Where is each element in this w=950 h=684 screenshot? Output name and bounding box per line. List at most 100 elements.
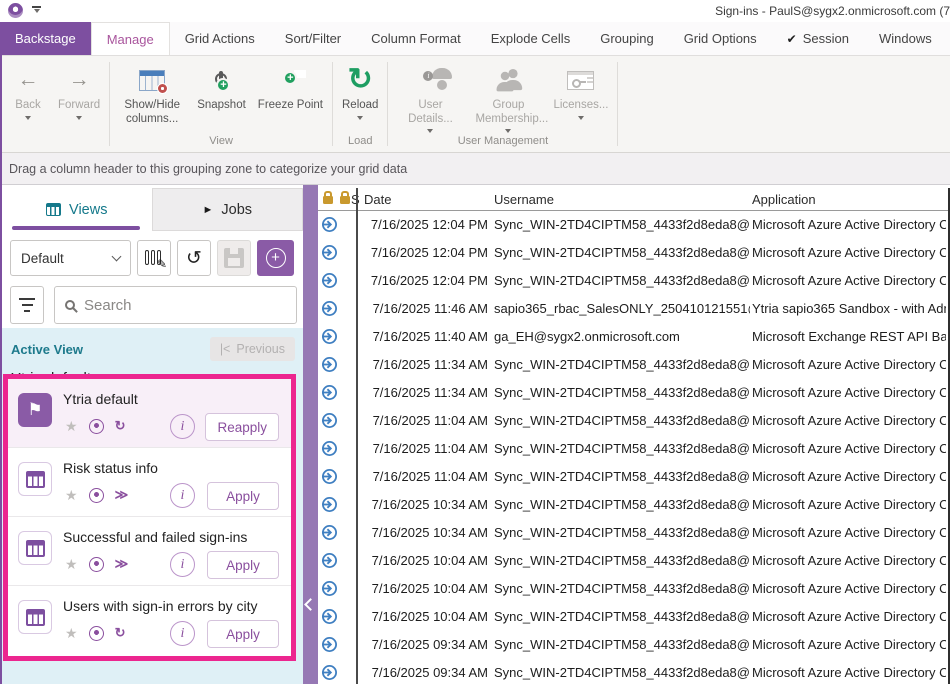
grouping-zone[interactable]: Drag a column header to this grouping zo… xyxy=(0,153,950,185)
table-row[interactable]: 7/16/2025 10:34 AM Sync_WIN-2TD4CIPTM58_… xyxy=(318,491,948,519)
table-row[interactable]: 7/16/2025 11:34 AM Sync_WIN-2TD4CIPTM58_… xyxy=(318,351,948,379)
table-row[interactable]: 7/16/2025 10:04 AM Sync_WIN-2TD4CIPTM58_… xyxy=(318,603,948,631)
favorite-star-icon[interactable]: ★ xyxy=(65,418,78,435)
cell-date[interactable]: 7/16/2025 10:34 AM xyxy=(358,497,488,512)
back-dropdown-icon[interactable] xyxy=(25,116,31,120)
cell-date[interactable]: 7/16/2025 11:34 AM xyxy=(358,385,488,400)
cell-username[interactable]: Sync_WIN-2TD4CIPTM58_4433f2d8eda8@syg xyxy=(494,525,750,540)
panel-splitter[interactable] xyxy=(303,185,318,684)
cell-application[interactable]: Microsoft Azure Active Directory Co xyxy=(752,469,946,484)
table-row[interactable]: 7/16/2025 11:04 AM Sync_WIN-2TD4CIPTM58_… xyxy=(318,435,948,463)
ribbon-tab[interactable]: ✔ Manage xyxy=(91,22,170,55)
cell-username[interactable]: Sync_WIN-2TD4CIPTM58_4433f2d8eda8@syg xyxy=(494,553,750,568)
info-button[interactable]: i xyxy=(170,483,195,508)
search-input[interactable] xyxy=(84,297,286,314)
table-row[interactable]: 7/16/2025 11:04 AM Sync_WIN-2TD4CIPTM58_… xyxy=(318,463,948,491)
edit-columns-button[interactable]: ✎ xyxy=(137,240,171,276)
cell-application[interactable]: Microsoft Azure Active Directory Co xyxy=(752,413,946,428)
cell-username[interactable]: ga_EH@sygx2.onmicrosoft.com xyxy=(494,329,750,344)
column-header-username[interactable]: Username xyxy=(494,192,554,207)
cell-username[interactable]: Sync_WIN-2TD4CIPTM58_4433f2d8eda8@syg xyxy=(494,385,750,400)
cell-username[interactable]: Sync_WIN-2TD4CIPTM58_4433f2d8eda8@syg xyxy=(494,469,750,484)
cell-date[interactable]: 7/16/2025 11:04 AM xyxy=(358,441,488,456)
cell-username[interactable]: Sync_WIN-2TD4CIPTM58_4433f2d8eda8@syg xyxy=(494,245,750,260)
ribbon-tab[interactable]: ✔ Session xyxy=(772,22,864,55)
ribbon-tab[interactable]: ✔ Explode Cells xyxy=(476,22,586,55)
apply-view-button[interactable]: Reapply xyxy=(205,413,279,441)
cell-date[interactable]: 7/16/2025 11:40 AM xyxy=(358,329,488,344)
user-details-dropdown-icon[interactable] xyxy=(427,129,433,133)
cell-username[interactable]: Sync_WIN-2TD4CIPTM58_4433f2d8eda8@syg xyxy=(494,665,750,680)
table-row[interactable]: 7/16/2025 11:04 AM Sync_WIN-2TD4CIPTM58_… xyxy=(318,407,948,435)
cell-date[interactable]: 7/16/2025 12:04 PM xyxy=(358,273,488,288)
cell-date[interactable]: 7/16/2025 11:04 AM xyxy=(358,413,488,428)
cell-application[interactable]: Microsoft Azure Active Directory Co xyxy=(752,637,946,652)
group-membership-dropdown-icon[interactable] xyxy=(505,129,511,133)
collapse-panel-chevron-icon[interactable] xyxy=(304,598,317,611)
ribbon-tab[interactable]: ✔ Grid Actions xyxy=(170,22,270,55)
table-row[interactable]: 7/16/2025 12:04 PM Sync_WIN-2TD4CIPTM58_… xyxy=(318,267,948,295)
cell-application[interactable]: Ytria sapio365 Sandbox - with Adm xyxy=(752,301,946,316)
info-button[interactable]: i xyxy=(170,621,195,646)
cell-username[interactable]: sapio365_rbac_SalesONLY_250410121551@o xyxy=(494,301,750,316)
table-row[interactable]: 7/16/2025 12:04 PM Sync_WIN-2TD4CIPTM58_… xyxy=(318,239,948,267)
cell-application[interactable]: Microsoft Azure Active Directory Co xyxy=(752,609,946,624)
cell-application[interactable]: Microsoft Azure Active Directory Co xyxy=(752,357,946,372)
cell-application[interactable]: Microsoft Azure Active Directory Co xyxy=(752,581,946,596)
cell-application[interactable]: Microsoft Exchange REST API Based xyxy=(752,329,946,344)
licenses-dropdown-icon[interactable] xyxy=(578,116,584,120)
cell-username[interactable]: Sync_WIN-2TD4CIPTM58_4433f2d8eda8@syg xyxy=(494,441,750,456)
forward-button[interactable]: → Forward xyxy=(52,62,106,135)
ribbon-tab[interactable]: ✔ Grouping xyxy=(585,22,668,55)
cell-date[interactable]: 7/16/2025 11:46 AM xyxy=(358,301,488,316)
cell-date[interactable]: 7/16/2025 09:34 AM xyxy=(358,665,488,680)
cell-username[interactable]: Sync_WIN-2TD4CIPTM58_4433f2d8eda8@syg xyxy=(494,609,750,624)
favorite-star-icon[interactable]: ★ xyxy=(65,487,78,504)
view-list-item[interactable]: ⚑ Users with sign-in errors by city ★ ↻ … xyxy=(8,586,291,655)
cell-date[interactable]: 7/16/2025 10:04 AM xyxy=(358,609,488,624)
cell-date[interactable]: 7/16/2025 11:04 AM xyxy=(358,469,488,484)
table-row[interactable]: 7/16/2025 09:34 AM Sync_WIN-2TD4CIPTM58_… xyxy=(318,659,948,684)
ribbon-tab[interactable]: ✔ Grid Options xyxy=(669,22,772,55)
favorite-star-icon[interactable]: ★ xyxy=(65,556,78,573)
filter-button[interactable] xyxy=(10,286,44,324)
cell-username[interactable]: Sync_WIN-2TD4CIPTM58_4433f2d8eda8@syg xyxy=(494,581,750,596)
ribbon-tab[interactable]: ✔ Sort/Filter xyxy=(270,22,356,55)
cell-application[interactable]: Microsoft Azure Active Directory Co xyxy=(752,497,946,512)
info-button[interactable]: i xyxy=(170,552,195,577)
view-list-item[interactable]: ⚑ Successful and failed sign-ins ★ ≫ i A… xyxy=(8,517,291,586)
cell-date[interactable]: 7/16/2025 10:04 AM xyxy=(358,553,488,568)
undo-button[interactable]: ↺ xyxy=(177,240,211,276)
licenses-button[interactable]: Licenses... xyxy=(547,62,614,135)
view-category-select[interactable]: Default xyxy=(10,240,131,276)
ribbon-tab[interactable]: ✔ Windows xyxy=(864,22,947,55)
ribbon-tab[interactable]: ✔ Column Format xyxy=(356,22,476,55)
apply-view-button[interactable]: Apply xyxy=(207,482,279,510)
add-view-button[interactable]: + xyxy=(257,240,294,276)
lock-column-icon[interactable] xyxy=(323,196,333,204)
table-row[interactable]: 7/16/2025 10:04 AM Sync_WIN-2TD4CIPTM58_… xyxy=(318,575,948,603)
cell-username[interactable]: Sync_WIN-2TD4CIPTM58_4433f2d8eda8@syg xyxy=(494,497,750,512)
info-button[interactable]: i xyxy=(170,414,195,439)
cell-application[interactable]: Microsoft Azure Active Directory Co xyxy=(752,385,946,400)
search-box[interactable] xyxy=(54,286,297,324)
cell-application[interactable]: Microsoft Azure Active Directory Co xyxy=(752,273,946,288)
table-row[interactable]: 7/16/2025 11:40 AM ga_EH@sygx2.onmicroso… xyxy=(318,323,948,351)
cell-date[interactable]: 7/16/2025 10:04 AM xyxy=(358,581,488,596)
cell-application[interactable]: Microsoft Azure Active Directory Co xyxy=(752,245,946,260)
previous-view-button[interactable]: |< Previous xyxy=(210,337,295,361)
cell-username[interactable]: Sync_WIN-2TD4CIPTM58_4433f2d8eda8@syg xyxy=(494,273,750,288)
save-view-button[interactable] xyxy=(217,240,251,276)
table-row[interactable]: 7/16/2025 10:34 AM Sync_WIN-2TD4CIPTM58_… xyxy=(318,519,948,547)
table-row[interactable]: 7/16/2025 09:34 AM Sync_WIN-2TD4CIPTM58_… xyxy=(318,631,948,659)
cell-application[interactable]: Microsoft Azure Active Directory Co xyxy=(752,441,946,456)
table-row[interactable]: 7/16/2025 10:04 AM Sync_WIN-2TD4CIPTM58_… xyxy=(318,547,948,575)
quick-access-dropdown-icon[interactable] xyxy=(32,6,41,13)
cell-date[interactable]: 7/16/2025 12:04 PM xyxy=(358,245,488,260)
apply-view-button[interactable]: Apply xyxy=(207,551,279,579)
cell-application[interactable]: Microsoft Azure Active Directory Co xyxy=(752,665,946,680)
column-header-application[interactable]: Application xyxy=(752,192,816,207)
forward-dropdown-icon[interactable] xyxy=(76,116,82,120)
freeze-point-button[interactable]: + Freeze Point xyxy=(252,62,329,135)
favorite-star-icon[interactable]: ★ xyxy=(65,625,78,642)
